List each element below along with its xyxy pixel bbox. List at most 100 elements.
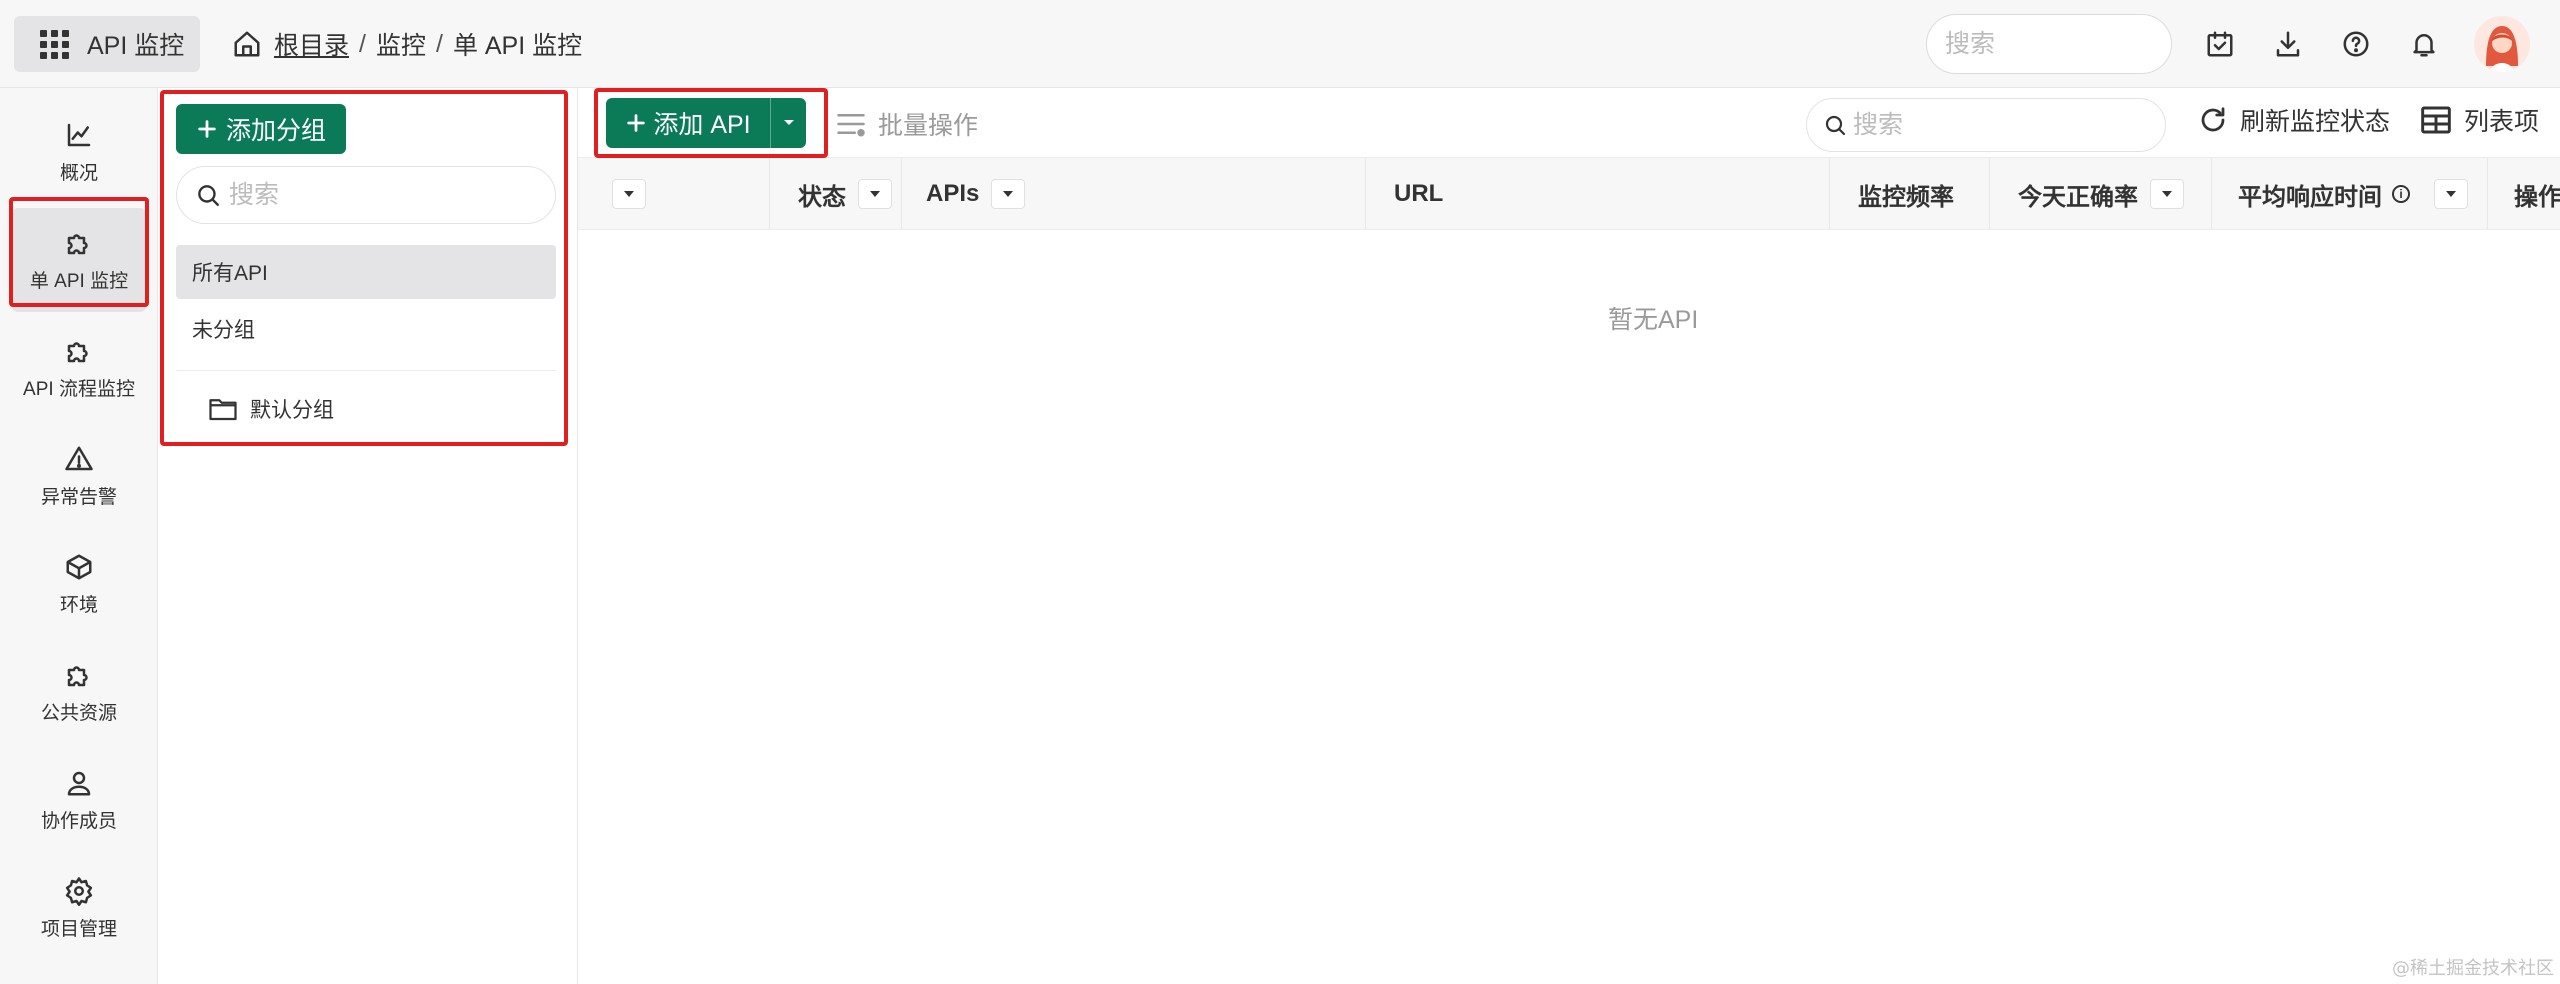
puzzle-icon xyxy=(67,233,88,254)
column-header-label: URL xyxy=(1394,180,1444,207)
cube-icon xyxy=(66,554,92,579)
user-group-icon xyxy=(67,771,91,795)
group-search-input[interactable] xyxy=(229,180,529,210)
global-search[interactable] xyxy=(1926,14,2172,74)
nav-item-alerts[interactable]: 异常告警 xyxy=(12,424,146,528)
app-name: API 监控 xyxy=(87,32,185,60)
nav-item-label: 协作成员 xyxy=(40,810,117,832)
app-switcher-button[interactable]: API 监控 xyxy=(14,16,200,72)
chevron-down-icon xyxy=(783,120,794,125)
api-search[interactable] xyxy=(1806,98,2166,152)
main-toolbar: 添加 API 批量操作 刷新监控状态 列表项 xyxy=(578,88,2560,158)
help-icon[interactable] xyxy=(2336,24,2376,64)
group-item-label: 未分组 xyxy=(192,319,255,342)
column-filter-dropdown[interactable] xyxy=(991,179,1026,209)
nav-item-label: 单 API 监控 xyxy=(29,270,129,292)
api-table-header: 状态 APIs URL 监控频率 今天正确率 平均响应时间 i 操作 xyxy=(578,158,2560,230)
nav-item-label: 公共资源 xyxy=(40,702,117,724)
group-item-label: 默认分组 xyxy=(250,399,334,422)
gear-icon xyxy=(65,876,93,906)
nav-item-overview[interactable]: 概况 xyxy=(12,100,146,204)
empty-state-text: 暂无API xyxy=(1608,306,1699,334)
breadcrumb-separator: / xyxy=(435,29,443,58)
nav-item-label: 项目管理 xyxy=(40,918,117,940)
column-header-success-rate[interactable]: 今天正确率 xyxy=(1990,158,2212,229)
column-header-label: 平均响应时间 xyxy=(2238,183,2382,211)
refresh-icon xyxy=(2201,107,2225,132)
info-icon[interactable]: i xyxy=(2392,185,2410,203)
nav-item-label: 异常告警 xyxy=(40,486,117,508)
group-item-all-apis[interactable]: 所有API xyxy=(176,245,556,299)
breadcrumb-monitor-link[interactable]: 监控 xyxy=(376,26,426,62)
plus-icon xyxy=(198,120,216,138)
column-header-select xyxy=(578,158,770,229)
column-filter-dropdown[interactable] xyxy=(2434,179,2468,209)
divider xyxy=(176,370,556,371)
nav-item-shared-resources[interactable]: 公共资源 xyxy=(12,640,146,744)
folder-icon xyxy=(209,399,237,421)
add-api-label: 添加 API xyxy=(653,111,751,139)
column-settings-label: 列表项 xyxy=(2464,108,2540,136)
left-nav: 概况 单 API 监控 API 流程监控 异常告警 环境 公共资源 协作成员 项… xyxy=(0,88,158,984)
batch-operations-button[interactable]: 批量操作 xyxy=(836,106,978,142)
column-header-status[interactable]: 状态 xyxy=(770,158,902,229)
chart-line-icon xyxy=(67,123,91,146)
column-header-label: 今天正确率 xyxy=(2018,183,2138,211)
nav-item-members[interactable]: 协作成员 xyxy=(12,748,146,852)
group-item-default-folder[interactable]: 默认分组 xyxy=(208,384,334,434)
column-settings-button[interactable]: 列表项 xyxy=(2420,102,2539,138)
add-api-dropdown-toggle[interactable] xyxy=(770,98,806,148)
group-search[interactable] xyxy=(176,166,556,224)
nav-item-single-api-monitor[interactable]: 单 API 监控 xyxy=(12,208,146,312)
api-search-input[interactable] xyxy=(1853,110,2143,140)
refresh-status-button[interactable]: 刷新监控状态 xyxy=(2198,102,2390,138)
group-item-label: 所有API xyxy=(192,262,268,285)
user-avatar[interactable] xyxy=(2474,16,2530,72)
grid-icon xyxy=(40,29,69,59)
group-item-ungrouped[interactable]: 未分组 xyxy=(176,302,556,356)
top-bar: API 监控 根目录 / 监控 / 单 API 监控 xyxy=(0,0,2560,88)
refresh-status-label: 刷新监控状态 xyxy=(2240,108,2391,136)
select-dropdown[interactable] xyxy=(612,179,646,209)
group-panel: 添加分组 所有API 未分组 默认分组 xyxy=(158,88,578,984)
batch-operations-label: 批量操作 xyxy=(878,112,979,140)
nav-item-environment[interactable]: 环境 xyxy=(12,532,146,636)
search-icon xyxy=(1825,115,1846,136)
nav-item-project-settings[interactable]: 项目管理 xyxy=(12,856,146,960)
column-header-apis[interactable]: APIs xyxy=(902,158,1366,229)
nav-item-api-flow-monitor[interactable]: API 流程监控 xyxy=(12,316,146,420)
puzzle-icon xyxy=(67,665,88,686)
warning-icon xyxy=(65,446,93,470)
column-header-actions: 操作 xyxy=(2488,158,2560,229)
add-group-label: 添加分组 xyxy=(225,117,326,145)
add-api-main[interactable]: 添加 API xyxy=(606,98,770,148)
breadcrumb: 根目录 / 监控 / 单 API 监控 xyxy=(232,24,582,64)
table-columns-icon xyxy=(2421,106,2451,134)
breadcrumb-current: 单 API 监控 xyxy=(452,32,583,60)
bell-icon[interactable] xyxy=(2404,24,2444,64)
breadcrumb-root-link[interactable]: 根目录 xyxy=(274,26,349,62)
column-header-label: APIs xyxy=(926,180,980,207)
download-icon[interactable] xyxy=(2268,24,2308,64)
column-header-frequency: 监控频率 xyxy=(1830,158,1990,229)
column-header-label: 监控频率 xyxy=(1858,183,1954,211)
column-header-url: URL xyxy=(1366,158,1830,229)
column-header-avg-response[interactable]: 平均响应时间 i xyxy=(2212,158,2488,229)
column-filter-dropdown[interactable] xyxy=(2150,179,2184,209)
search-icon xyxy=(198,185,219,206)
column-header-label: 状态 xyxy=(798,183,846,211)
nav-item-label: 概况 xyxy=(59,162,98,184)
add-group-button[interactable]: 添加分组 xyxy=(176,104,346,154)
nav-item-label: 环境 xyxy=(59,594,98,616)
global-search-input[interactable] xyxy=(1945,29,2171,59)
breadcrumb-separator: / xyxy=(359,29,366,58)
nav-item-label: API 流程监控 xyxy=(23,378,135,400)
column-header-label: 操作 xyxy=(2514,183,2560,211)
column-filter-dropdown[interactable] xyxy=(858,179,892,209)
home-icon[interactable] xyxy=(232,29,262,59)
plus-icon xyxy=(627,114,646,132)
add-api-button[interactable]: 添加 API xyxy=(606,98,806,148)
calendar-check-icon[interactable] xyxy=(2200,24,2240,64)
puzzle-icon xyxy=(67,341,88,362)
list-settings-icon xyxy=(837,114,865,137)
